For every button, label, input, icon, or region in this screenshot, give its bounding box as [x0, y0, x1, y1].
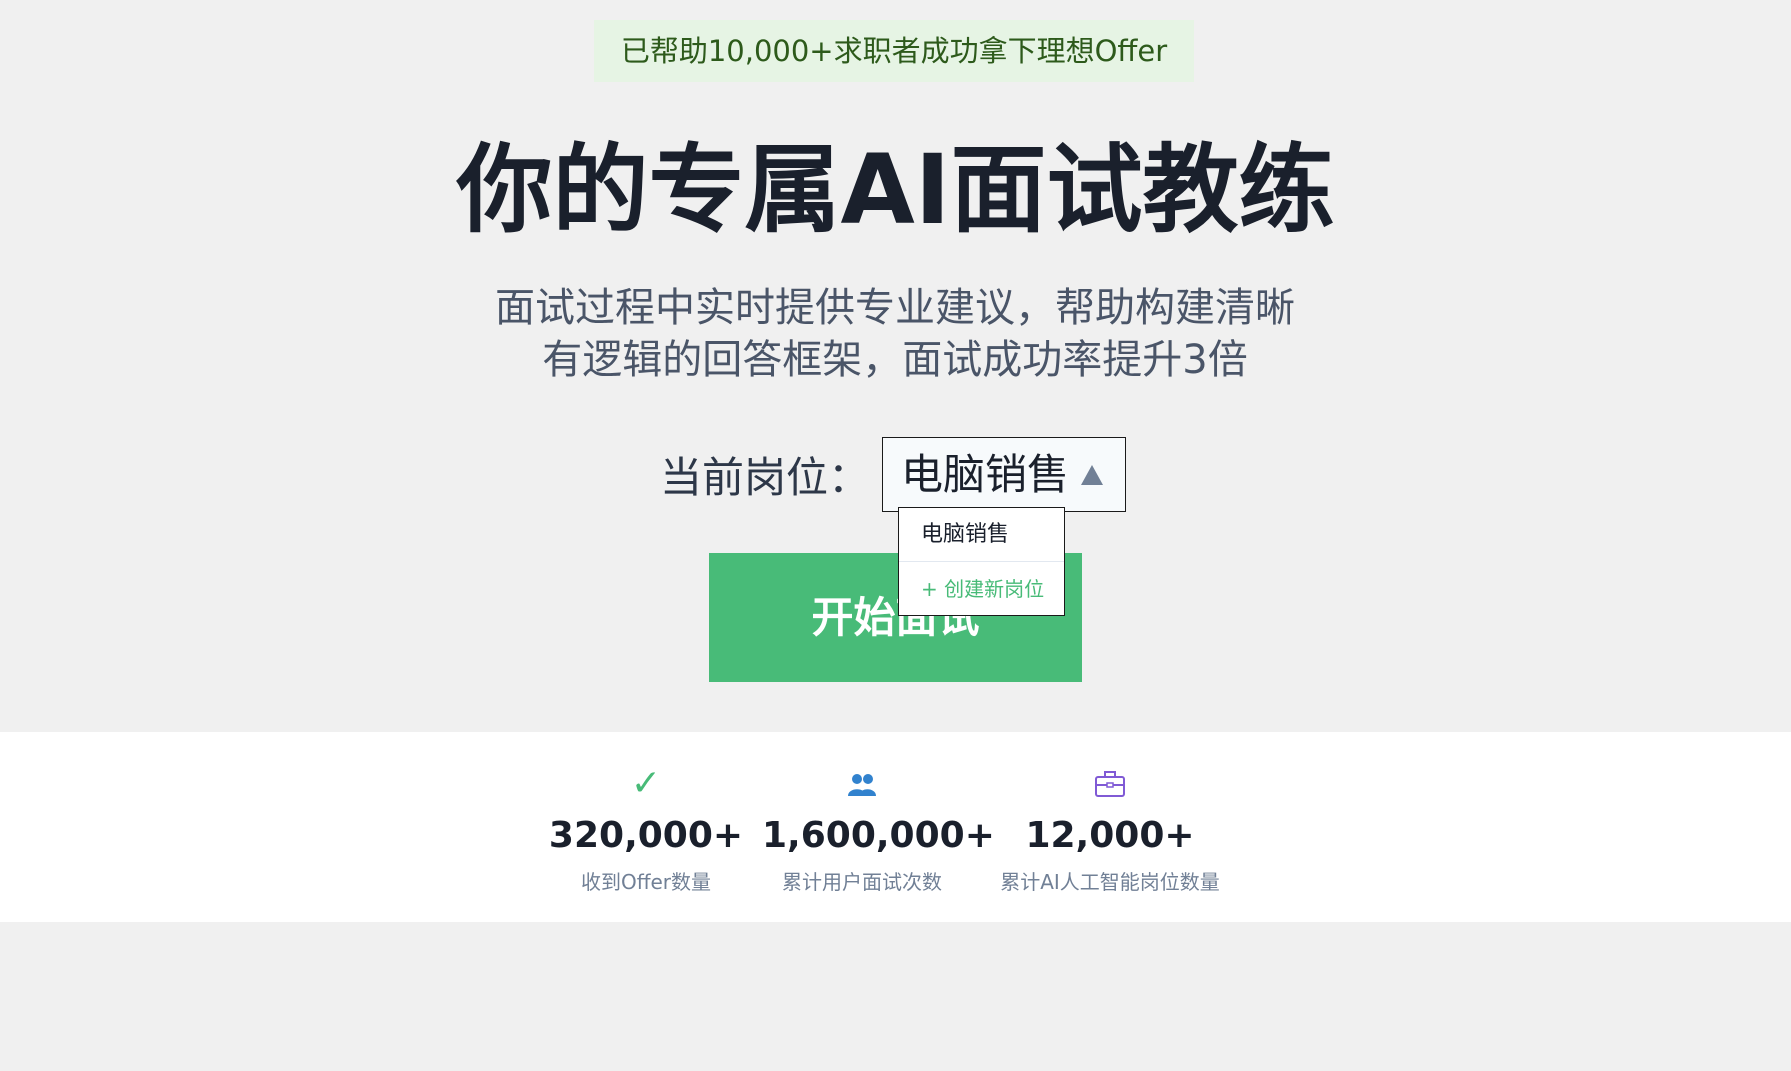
users-icon [848, 774, 876, 796]
page-title: 你的专属AI面试教练 [456, 134, 1335, 246]
subtitle-line-1: 面试过程中实时提供专业建议，帮助构建清晰 [495, 285, 1295, 331]
stat-label: 累计AI人工智能岗位数量 [1000, 870, 1220, 894]
position-label: 当前岗位： [659, 453, 870, 502]
position-dropdown-menu: 电脑销售 + 创建新岗位 [898, 507, 1065, 616]
stat-value: 12,000+ [1025, 815, 1195, 856]
position-select-value: 电脑销售 [901, 450, 1070, 499]
hero-section: 已帮助10,000+求职者成功拿下理想Offer 你的专属AI面试教练 面试过程… [0, 0, 1791, 732]
check-icon: ✓ [630, 763, 662, 804]
stat-value: 1,600,000+ [762, 815, 995, 856]
stat-label: 收到Offer数量 [580, 870, 712, 894]
briefcase-icon [1095, 771, 1125, 797]
stat-value: 320,000+ [548, 815, 744, 856]
position-select[interactable]: 电脑销售 [882, 437, 1126, 512]
caret-up-icon [1081, 465, 1103, 485]
subtitle-line-2: 有逻辑的回答框架，面试成功率提升3倍 [542, 337, 1248, 383]
success-badge: 已帮助10,000+求职者成功拿下理想Offer [594, 20, 1194, 82]
stats-section: ✓ 320,000+ 收到Offer数量 1,600,000+ 累计用户面试次数 [0, 732, 1791, 922]
page-subtitle: 面试过程中实时提供专业建议，帮助构建清晰 有逻辑的回答框架，面试成功率提升3倍 [395, 282, 1395, 386]
stat-label: 累计用户面试次数 [782, 870, 942, 894]
dropdown-option-computer-sales[interactable]: 电脑销售 [899, 508, 1064, 562]
create-position-option[interactable]: + 创建新岗位 [899, 562, 1064, 616]
